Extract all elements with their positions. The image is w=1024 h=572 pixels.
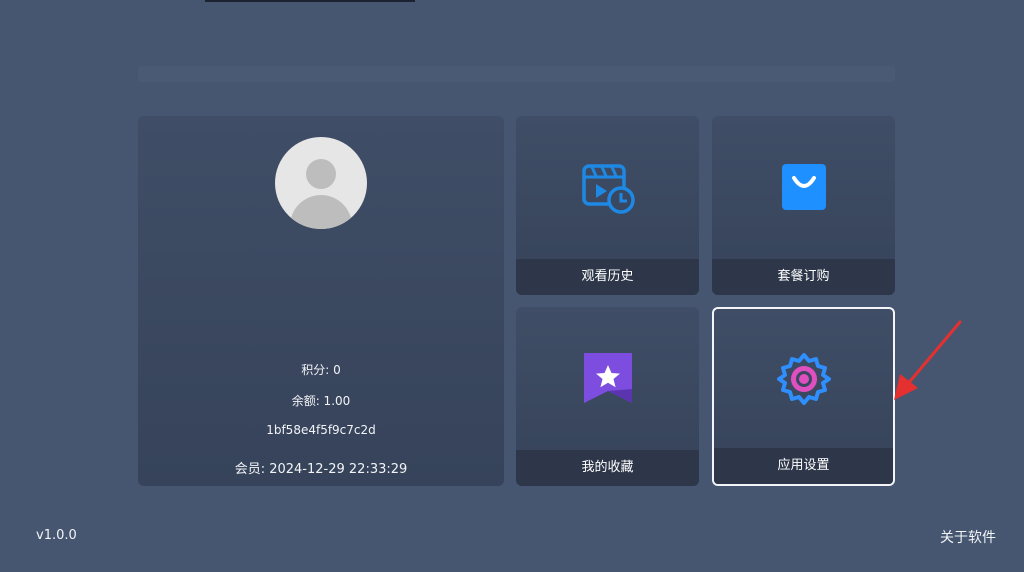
top-edge-line bbox=[205, 0, 415, 2]
top-banner-bar bbox=[138, 66, 895, 82]
gear-icon bbox=[776, 353, 831, 405]
package-purchase-tile[interactable]: 套餐订购 bbox=[712, 116, 895, 295]
video-history-icon bbox=[581, 164, 635, 214]
profile-card[interactable]: 积分: 0 余额: 1.00 1bf58e4f5f9c7c2d 会员: 2024… bbox=[138, 116, 504, 486]
membership-expiry-text: 会员: 2024-12-29 22:33:29 bbox=[234, 462, 408, 477]
device-id-text: 1bf58e4f5f9c7c2d bbox=[266, 423, 376, 437]
app-settings-label: 应用设置 bbox=[714, 448, 893, 484]
package-purchase-label: 套餐订购 bbox=[712, 259, 895, 295]
watch-history-tile[interactable]: 观看历史 bbox=[516, 116, 699, 295]
about-software-button[interactable]: 关于软件 bbox=[940, 527, 996, 547]
shopping-bag-icon bbox=[781, 164, 826, 210]
red-arrow-annotation bbox=[894, 320, 962, 400]
my-favorites-tile[interactable]: 我的收藏 bbox=[516, 307, 699, 486]
watch-history-label: 观看历史 bbox=[516, 259, 699, 295]
app-settings-tile[interactable]: 应用设置 bbox=[712, 307, 895, 486]
avatar-head-shape bbox=[306, 159, 336, 189]
avatar bbox=[275, 137, 367, 229]
balance-text: 余额: 1.00 bbox=[291, 394, 351, 408]
avatar-body-shape bbox=[290, 195, 352, 229]
my-favorites-label: 我的收藏 bbox=[516, 450, 699, 486]
points-text: 积分: 0 bbox=[301, 363, 341, 377]
app-screen: 积分: 0 余额: 1.00 1bf58e4f5f9c7c2d 会员: 2024… bbox=[0, 0, 1024, 572]
app-version: v1.0.0 bbox=[36, 528, 77, 543]
star-bookmark-icon bbox=[583, 353, 632, 403]
